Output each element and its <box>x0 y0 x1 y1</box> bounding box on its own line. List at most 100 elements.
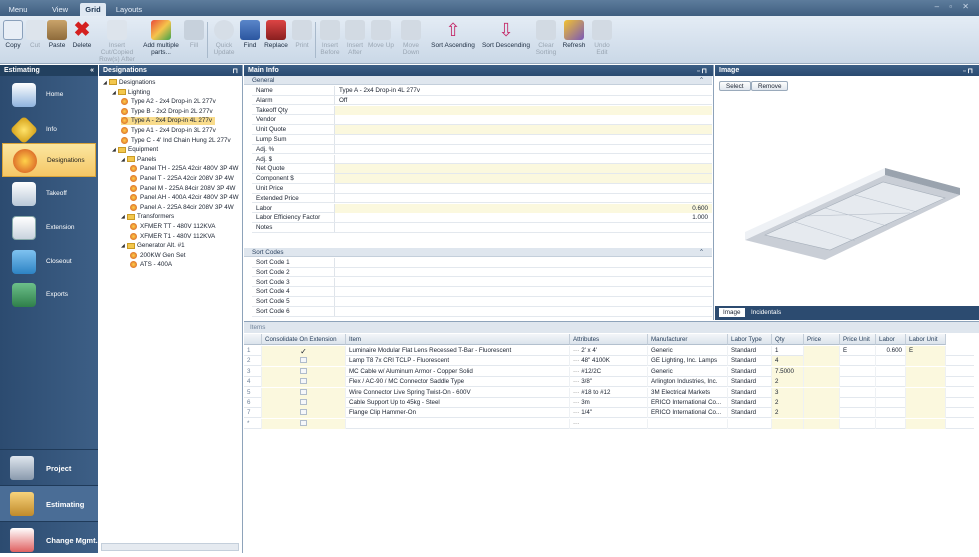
property-value[interactable] <box>334 135 712 144</box>
table-cell[interactable] <box>262 418 346 429</box>
table-cell[interactable] <box>876 387 906 398</box>
table-cell[interactable]: ··· #18 to #12 <box>570 387 648 398</box>
nav-item-exports[interactable]: Exports <box>2 278 96 312</box>
column-header[interactable]: Qty <box>772 334 804 345</box>
table-cell[interactable] <box>876 408 906 419</box>
table-cell[interactable]: E <box>906 346 946 356</box>
checkbox[interactable] <box>300 357 307 364</box>
table-cell[interactable] <box>876 418 906 429</box>
table-cell[interactable]: ··· 48" 4100K <box>570 356 648 367</box>
table-cell[interactable]: Standard <box>728 346 772 356</box>
table-cell[interactable]: GE Lighting, Inc. Lamps <box>648 356 728 367</box>
column-header[interactable]: Labor <box>876 334 906 345</box>
tab-grid[interactable]: Grid <box>80 3 106 16</box>
tree-node[interactable]: ◢ Panels <box>121 156 156 163</box>
checkbox[interactable] <box>300 378 307 385</box>
move-up-button[interactable]: Move Up <box>368 18 394 62</box>
fill-button[interactable]: Fill <box>184 18 204 62</box>
table-row[interactable]: 1 ✓ Luminaire Modular Flat Lens Recessed T… <box>244 346 974 356</box>
table-cell[interactable]: Standard <box>728 366 772 377</box>
collapse-up-icon[interactable]: ⌃ <box>699 77 704 84</box>
tree-node[interactable]: Type A1 - 2x4 Drop-in 3L 277v <box>121 127 216 134</box>
horizontal-scrollbar[interactable] <box>101 543 239 551</box>
checkbox[interactable] <box>300 409 307 416</box>
tree-node[interactable]: Panel A - 225A 84cir 208V 3P 4W <box>130 203 234 211</box>
tree-node[interactable]: ATS - 400A <box>130 261 172 269</box>
table-cell[interactable] <box>804 366 840 377</box>
table-cell[interactable]: 1 <box>772 346 804 356</box>
table-row[interactable]: * ··· <box>244 418 974 429</box>
property-value[interactable] <box>334 125 712 135</box>
table-cell[interactable] <box>840 377 876 388</box>
tree-node[interactable]: Type B - 2x2 Drop-in 2L 277v <box>121 107 213 115</box>
table-cell[interactable] <box>804 356 840 367</box>
table-cell[interactable]: ··· 2' x 4' <box>570 346 648 356</box>
table-cell[interactable] <box>262 366 346 377</box>
table-cell[interactable] <box>262 398 346 408</box>
table-cell[interactable] <box>840 356 876 367</box>
table-cell[interactable]: Generic <box>648 366 728 377</box>
ellipsis-button[interactable]: ··· <box>573 409 579 416</box>
property-value[interactable] <box>334 258 712 267</box>
table-cell[interactable] <box>346 418 570 429</box>
tree-node[interactable]: Panel AH - 400A 42cir 480V 3P 4W <box>130 194 239 201</box>
sort-ascending-button[interactable]: ⇧ Sort Ascending <box>428 18 478 62</box>
ellipsis-button[interactable]: ··· <box>573 378 579 385</box>
ellipsis-button[interactable]: ··· <box>573 389 579 396</box>
table-cell[interactable]: ··· <box>570 418 648 429</box>
table-cell[interactable] <box>262 387 346 398</box>
table-cell[interactable]: Generic <box>648 346 728 356</box>
table-cell[interactable]: E <box>840 346 876 356</box>
table-cell[interactable]: Flex / AC-90 / MC Connector Saddle Type <box>346 377 570 388</box>
table-cell[interactable] <box>906 398 946 408</box>
table-cell[interactable]: 2 <box>772 398 804 408</box>
checkbox[interactable] <box>300 388 307 395</box>
property-value[interactable] <box>334 174 712 184</box>
tree-node[interactable]: Panel T - 225A 42cir 208V 3P 4W <box>130 175 234 182</box>
delete-button[interactable]: ✖ Delete <box>70 18 94 62</box>
table-cell[interactable]: 2 <box>772 408 804 419</box>
table-cell[interactable] <box>840 418 876 429</box>
table-cell[interactable] <box>876 356 906 367</box>
table-row[interactable]: 6 Cable Support Up to 45kg - Steel ··· 3m ER… <box>244 398 974 408</box>
print-button[interactable]: Print <box>292 18 312 62</box>
ellipsis-button[interactable]: ··· <box>573 347 579 354</box>
table-row[interactable]: 4 Flex / AC-90 / MC Connector Saddle Type… <box>244 377 974 388</box>
table-cell[interactable]: Luminaire Modular Flat Lens Recessed T-B… <box>346 346 570 356</box>
table-cell[interactable] <box>648 418 728 429</box>
quick-update-button[interactable]: Quick Update <box>210 18 238 62</box>
nav-item-takeoff[interactable]: Takeoff <box>2 177 96 211</box>
tree-node[interactable]: XFMER TT - 480V 112KVA <box>130 223 215 230</box>
paste-button[interactable]: Paste <box>46 18 68 62</box>
table-cell[interactable] <box>804 398 840 408</box>
table-cell[interactable] <box>906 387 946 398</box>
property-value[interactable] <box>334 193 712 203</box>
copy-button[interactable]: Copy <box>2 18 24 62</box>
table-cell[interactable] <box>772 418 804 429</box>
table-cell[interactable] <box>804 418 840 429</box>
tab-menu[interactable]: Menu <box>4 3 32 16</box>
table-cell[interactable] <box>804 377 840 388</box>
undo-edit-button[interactable]: Undo Edit <box>590 18 614 62</box>
table-cell[interactable]: 0.600 <box>876 346 906 356</box>
table-cell[interactable]: 3M Electrical Markets <box>648 387 728 398</box>
column-header[interactable]: Attributes <box>570 334 648 345</box>
insert-after-button[interactable]: Insert After <box>344 18 366 62</box>
column-header[interactable]: Labor Unit <box>906 334 946 345</box>
tree-node[interactable]: XFMER T1 - 480V 112KVA <box>130 232 215 240</box>
table-cell[interactable]: ··· #12/2C <box>570 366 648 377</box>
property-value[interactable] <box>334 115 712 125</box>
table-cell[interactable]: 7.5000 <box>772 366 804 377</box>
property-value[interactable] <box>334 105 712 115</box>
table-cell[interactable] <box>840 387 876 398</box>
table-cell[interactable] <box>840 398 876 408</box>
property-value[interactable]: 0.600 <box>334 203 712 213</box>
replace-button[interactable]: Replace <box>262 18 290 62</box>
nav-item-info[interactable]: Info <box>2 113 96 147</box>
column-header[interactable]: Labor Type <box>728 334 772 345</box>
table-cell[interactable]: ··· 3m <box>570 398 648 408</box>
property-value[interactable] <box>334 154 712 164</box>
table-cell[interactable]: Flange Clip Hammer-On <box>346 408 570 419</box>
find-button[interactable]: Find <box>240 18 260 62</box>
table-cell[interactable]: 4 <box>772 356 804 367</box>
